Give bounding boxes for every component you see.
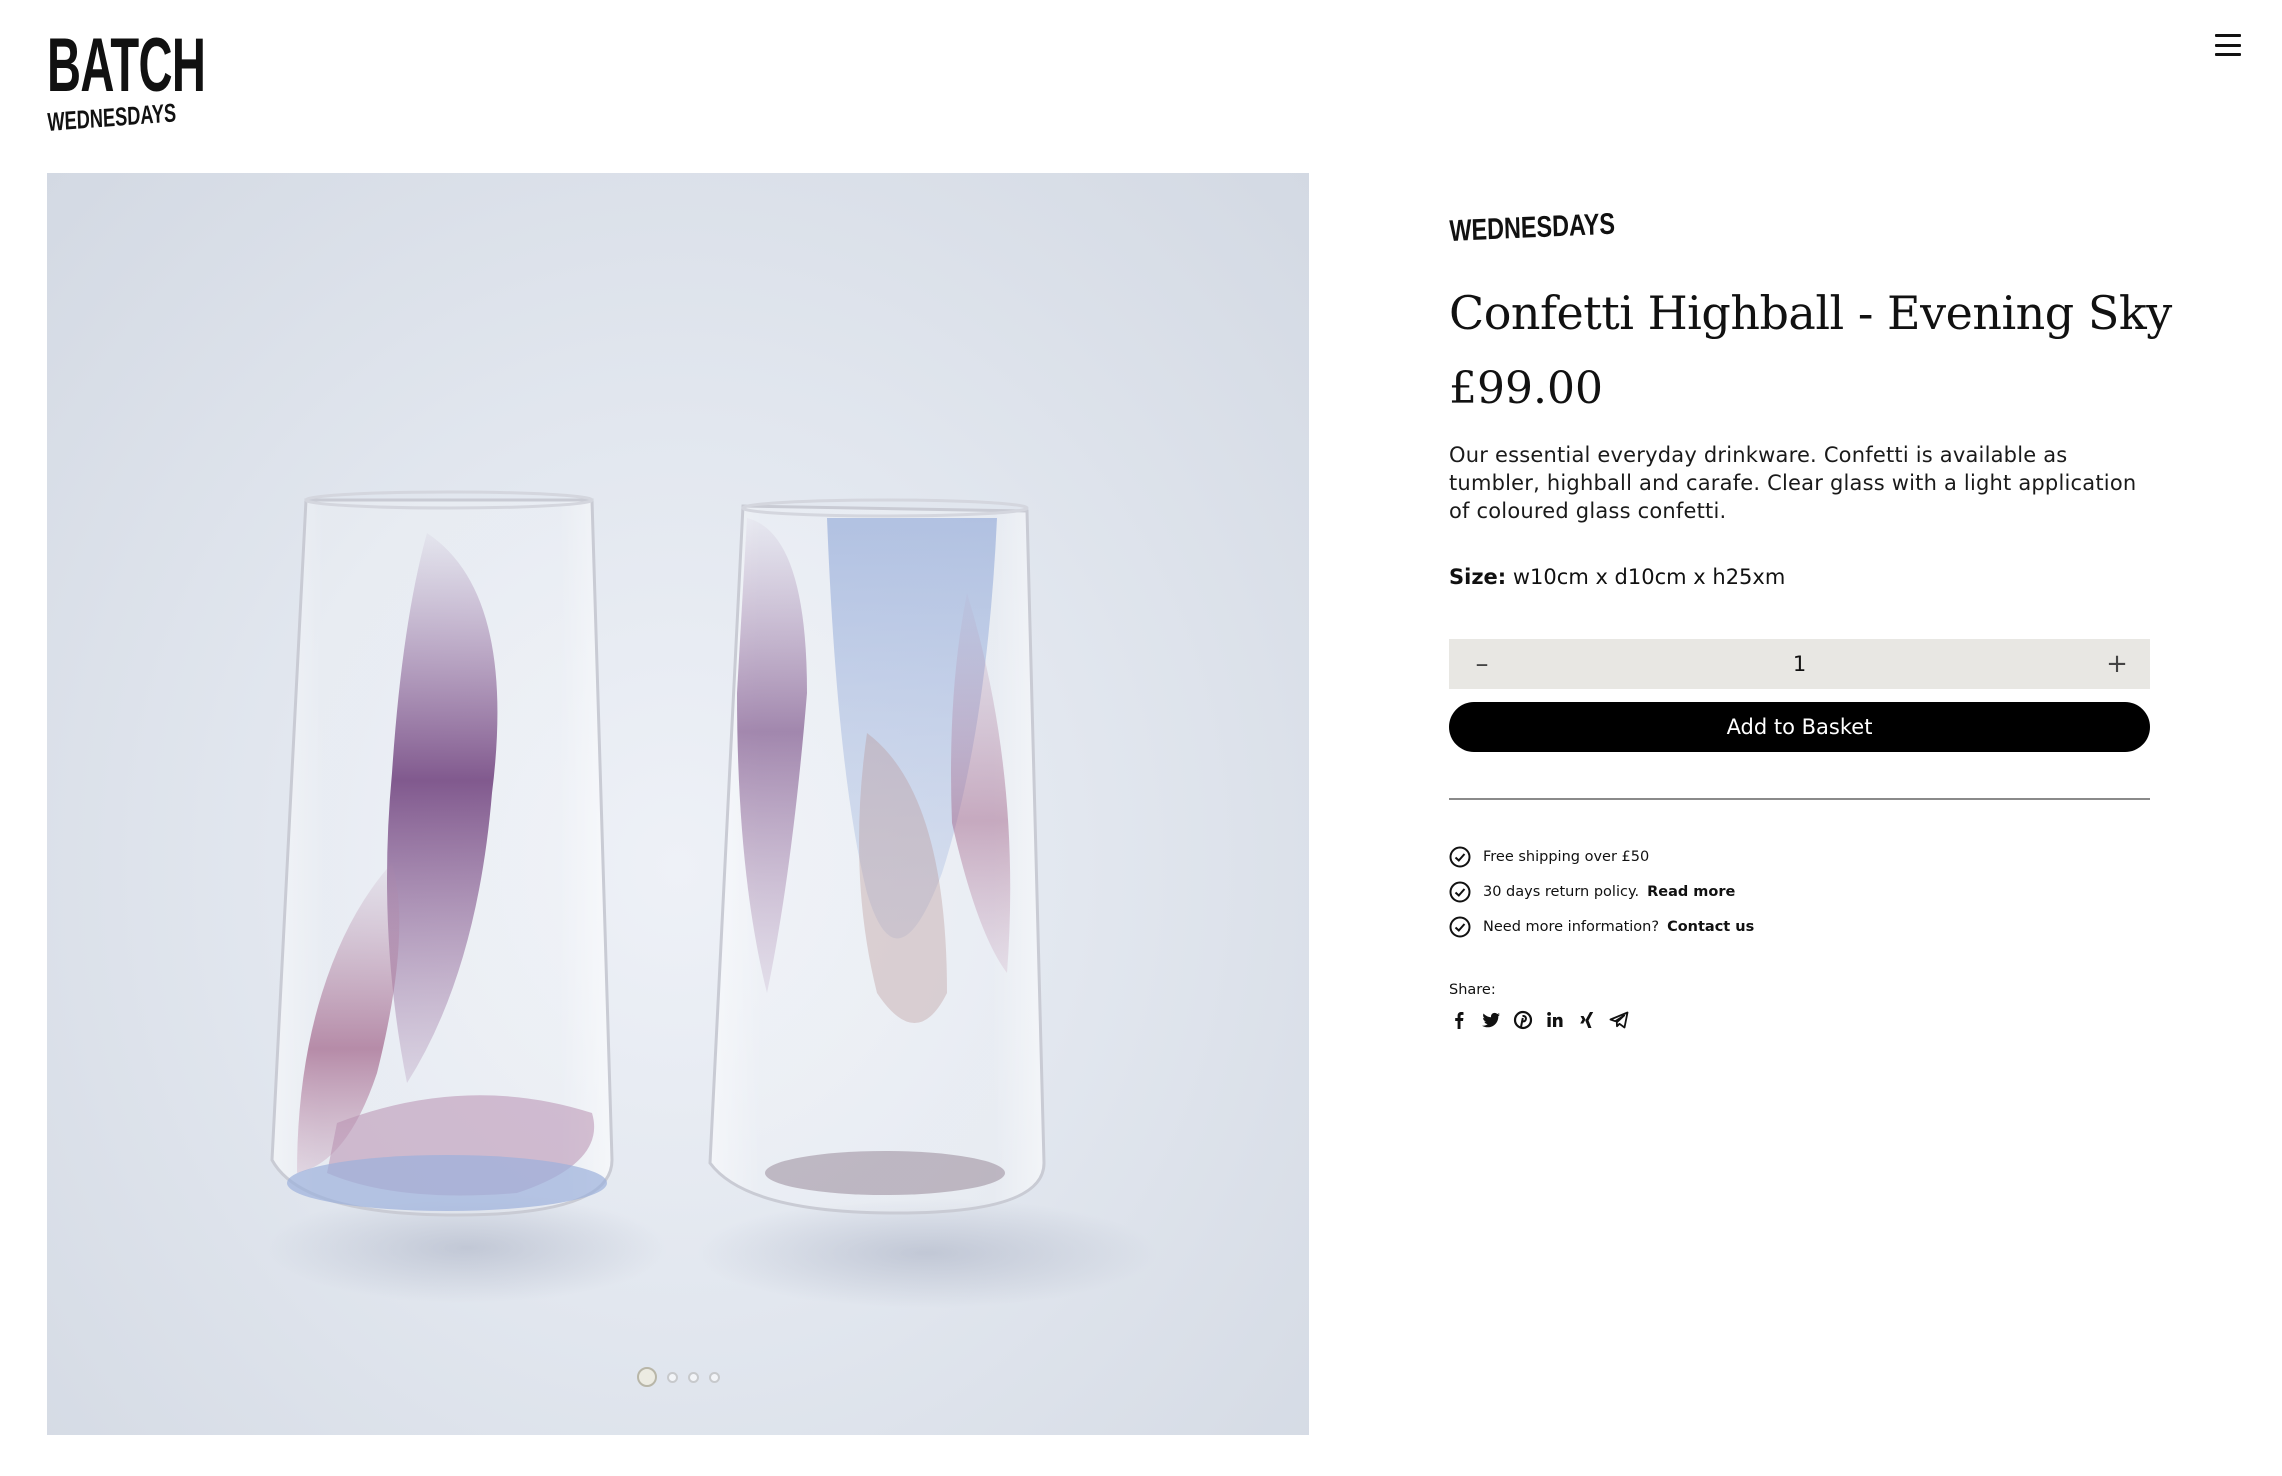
menu-line	[2215, 34, 2241, 37]
hamburger-menu-icon[interactable]	[2215, 34, 2241, 56]
perk-item: 30 days return policy. Read more	[1449, 881, 2150, 903]
perk-text: Need more information?	[1483, 919, 1660, 935]
read-more-link[interactable]: Read more	[1647, 884, 1735, 900]
size-value: w10cm x d10cm x h25xm	[1512, 565, 1786, 589]
product-photo	[267, 490, 1157, 1308]
product-info: WEDNESDAYS Confetti Highball - Evening S…	[1449, 208, 2172, 1030]
quantity-input[interactable]: 1	[1515, 652, 2084, 676]
quantity-stepper: – 1 +	[1449, 639, 2150, 689]
product-size: Size: w10cm x d10cm x h25xm	[1449, 563, 2150, 591]
divider	[1449, 798, 2150, 800]
linkedin-icon[interactable]	[1545, 1010, 1565, 1030]
twitter-icon[interactable]	[1481, 1010, 1501, 1030]
logo-wordmark: BATCH	[47, 23, 206, 108]
perks-list: Free shipping over £50 30 days return po…	[1449, 846, 2150, 938]
pinterest-icon[interactable]	[1513, 1010, 1533, 1030]
check-circle-icon	[1449, 846, 1471, 868]
quantity-decrease-button[interactable]: –	[1449, 639, 1515, 689]
logo-subtitle: WEDNESDAYS	[46, 97, 177, 137]
gallery-dot-2[interactable]	[666, 1371, 678, 1383]
check-circle-icon	[1449, 916, 1471, 938]
gallery-dot-3[interactable]	[687, 1371, 699, 1383]
share-icons	[1449, 1010, 2150, 1030]
quantity-increase-button[interactable]: +	[2084, 639, 2150, 689]
brand-logo[interactable]: BATCH WEDNESDAYS	[46, 23, 206, 137]
gallery-dot-1[interactable]	[636, 1367, 657, 1387]
xing-icon[interactable]	[1577, 1010, 1597, 1030]
add-to-basket-button[interactable]: Add to Basket	[1449, 702, 2150, 752]
facebook-icon[interactable]	[1449, 1010, 1469, 1030]
contact-us-link[interactable]: Contact us	[1667, 919, 1754, 935]
product-description: Our essential everyday drinkware. Confet…	[1449, 443, 2137, 523]
menu-line	[2215, 43, 2241, 47]
perk-text: Free shipping over £50	[1483, 849, 1650, 865]
gallery-pagination	[47, 1367, 1309, 1387]
perk-item: Free shipping over £50	[1449, 846, 2150, 868]
product-image-gallery[interactable]	[47, 173, 1309, 1435]
gallery-dot-4[interactable]	[708, 1371, 720, 1383]
menu-line	[2215, 53, 2241, 56]
product-title: Confetti Highball - Evening Sky	[1449, 286, 2172, 340]
product-brand[interactable]: WEDNESDAYS	[1449, 208, 1615, 249]
share-label: Share:	[1449, 982, 1496, 998]
size-label: Size:	[1449, 565, 1507, 589]
check-circle-icon	[1449, 881, 1471, 903]
perk-text: 30 days return policy.	[1483, 884, 1640, 900]
telegram-icon[interactable]	[1609, 1010, 1629, 1030]
perk-item: Need more information? Contact us	[1449, 916, 2150, 938]
product-price: £99.00	[1449, 363, 1603, 414]
